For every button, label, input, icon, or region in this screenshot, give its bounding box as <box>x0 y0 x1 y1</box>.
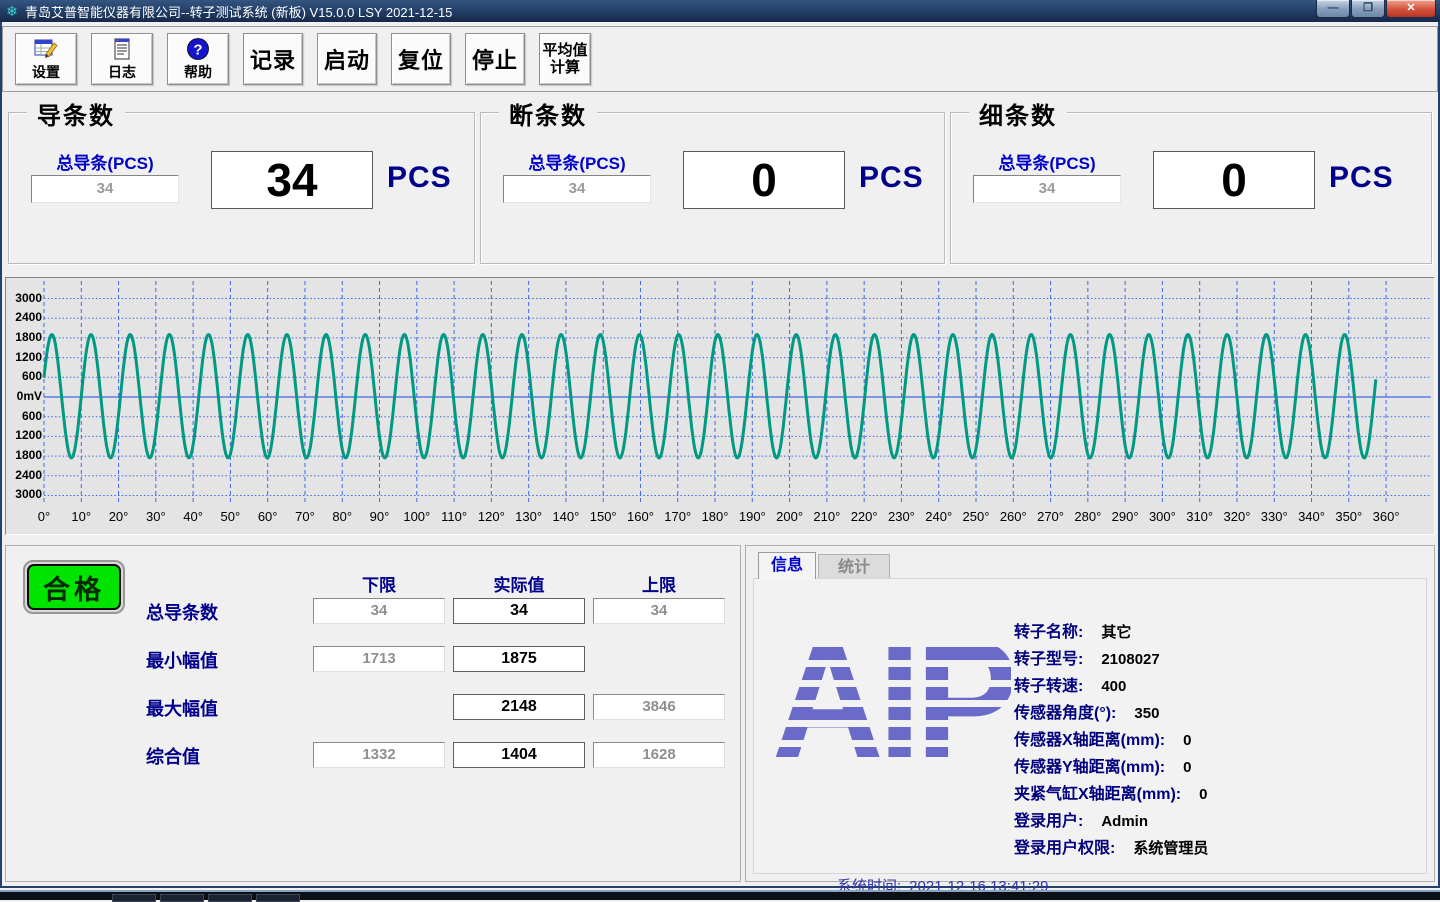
y-tick-label: 1200 <box>8 350 42 364</box>
stop-button[interactable]: 停止 <box>465 33 525 85</box>
settings-button-label: 设置 <box>32 62 60 82</box>
maximize-button[interactable]: ❐ <box>1351 0 1385 18</box>
total-bars-actual: 34 <box>453 598 585 624</box>
row-label-composite-value: 综合值 <box>146 743 306 769</box>
bar-count-unit: PCS <box>387 161 452 195</box>
record-button[interactable]: 记录 <box>243 33 303 85</box>
bar-count-display: 34 <box>211 151 373 209</box>
tab-statistics[interactable]: 统计 <box>818 554 890 579</box>
y-tick-label: 3000 <box>8 291 42 305</box>
column-header-actual: 实际值 <box>453 571 585 596</box>
info-user-role: 登录用户权限:系统管理员 <box>1014 835 1424 862</box>
app-snowflake-icon: ❄ <box>4 3 20 19</box>
max-amplitude-actual: 2148 <box>453 694 585 720</box>
row-label-max-amplitude: 最大幅值 <box>146 695 306 721</box>
help-button[interactable]: ? 帮助 <box>167 33 229 85</box>
groupbox-thin-bars: 细条数 总导条(PCS) 34 0 PCS <box>950 112 1432 264</box>
info-rotor-speed: 转子转速:400 <box>1014 673 1424 700</box>
row-label-total-bars: 总导条数 <box>146 599 306 625</box>
thin-bars-display: 0 <box>1153 151 1315 209</box>
start-button[interactable]: 启动 <box>317 33 377 85</box>
log-icon <box>110 37 134 61</box>
groupbox-bar-count-title: 导条数 <box>27 96 125 131</box>
broken-total-bars-label: 总导条(PCS) <box>503 149 651 174</box>
groupbox-broken-bars-title: 断条数 <box>499 96 597 131</box>
taskbar-window-button[interactable] <box>208 894 252 902</box>
min-amplitude-actual: 1875 <box>453 646 585 672</box>
log-button[interactable]: 日志 <box>91 33 153 85</box>
groupbox-thin-bars-title: 细条数 <box>969 96 1067 131</box>
log-button-label: 日志 <box>108 62 136 82</box>
total-bars-input: 34 <box>31 175 179 203</box>
y-tick-label: 1200 <box>8 428 42 442</box>
column-header-upper: 上限 <box>593 571 725 596</box>
y-tick-label: 1800 <box>8 448 42 462</box>
close-button[interactable]: ✕ <box>1386 0 1436 18</box>
tab-info[interactable]: 信息 <box>758 552 816 579</box>
broken-bars-unit: PCS <box>859 161 924 195</box>
row-label-min-amplitude: 最小幅值 <box>146 647 306 673</box>
thin-total-bars-input: 34 <box>973 175 1121 203</box>
info-rotor-model: 转子型号:2108027 <box>1014 646 1424 673</box>
settings-button[interactable]: 设置 <box>15 33 77 85</box>
info-rotor-name: 转子名称:其它 <box>1014 619 1424 646</box>
toolbar: 设置 日志 ? 帮助 记录 启动 复位 停止 平均值 计算 <box>2 26 1438 92</box>
info-login-user: 登录用户:Admin <box>1014 808 1424 835</box>
info-sensor-angle: 传感器角度(°):350 <box>1014 700 1424 727</box>
min-amplitude-lower: 1713 <box>313 646 445 672</box>
y-tick-label: 600 <box>8 369 42 383</box>
max-amplitude-upper: 3846 <box>593 694 725 720</box>
column-header-lower: 下限 <box>313 571 445 596</box>
waveform-chart-panel: 3000 2400 1800 1200 600 0mV 600 1200 1800 2400 300… <box>5 277 1435 535</box>
composite-actual: 1404 <box>453 742 585 768</box>
groupbox-broken-bars: 断条数 总导条(PCS) 34 0 PCS <box>480 112 945 264</box>
broken-total-bars-input: 34 <box>503 175 651 203</box>
settings-icon <box>34 37 58 61</box>
window-title: 青岛艾普智能仪器有限公司--转子测试系统 (新板) V15.0.0 LSY 20… <box>25 2 452 21</box>
average-calc-button[interactable]: 平均值 计算 <box>539 33 591 85</box>
x-tick-label: 360° <box>1364 509 1408 524</box>
waveform-svg <box>7 279 1434 512</box>
info-sensor-y-distance: 传感器Y轴距离(mm):0 <box>1014 754 1424 781</box>
thin-bars-unit: PCS <box>1329 161 1394 195</box>
broken-bars-display: 0 <box>683 151 845 209</box>
info-panel: 信息 统计 AIP 转子名称:其它 转子型号:2108027 转子转速:400 … <box>745 545 1435 882</box>
total-bars-lower: 34 <box>313 598 445 624</box>
pass-status-text: 合格 <box>27 564 121 610</box>
y-tick-label: 3000 <box>8 487 42 501</box>
minimize-button[interactable]: — <box>1316 0 1350 18</box>
thin-total-bars-label: 总导条(PCS) <box>973 149 1121 174</box>
y-tick-label: 0mV <box>8 389 42 403</box>
taskbar-window-button[interactable] <box>112 894 156 902</box>
total-bars-upper: 34 <box>593 598 725 624</box>
composite-upper: 1628 <box>593 742 725 768</box>
total-bars-label: 总导条(PCS) <box>31 149 179 174</box>
info-tab-content: AIP 转子名称:其它 转子型号:2108027 转子转速:400 传感器角度(… <box>753 578 1427 874</box>
taskbar[interactable] <box>0 890 1440 900</box>
window-controls: — ❐ ✕ <box>1315 0 1436 18</box>
taskbar-window-button[interactable] <box>256 894 300 902</box>
svg-text:?: ? <box>193 41 202 58</box>
groupbox-bar-count: 导条数 总导条(PCS) 34 34 PCS <box>8 112 475 264</box>
y-tick-label: 1800 <box>8 330 42 344</box>
y-tick-label: 2400 <box>8 468 42 482</box>
info-sensor-x-distance: 传感器X轴距离(mm):0 <box>1014 727 1424 754</box>
results-panel: 合格 下限 实际值 上限 总导条数 34 34 34 最小幅值 1713 187… <box>5 545 741 882</box>
aip-logo: AIP <box>772 607 1011 807</box>
titlebar: ❄ 青岛艾普智能仪器有限公司--转子测试系统 (新板) V15.0.0 LSY … <box>0 0 1440 22</box>
waveform-line <box>44 335 1376 459</box>
info-clamp-cylinder-x: 夹紧气缸X轴距离(mm):0 <box>1014 781 1424 808</box>
y-tick-label: 600 <box>8 409 42 423</box>
help-button-label: 帮助 <box>184 62 212 82</box>
composite-lower: 1332 <box>313 742 445 768</box>
y-tick-label: 2400 <box>8 310 42 324</box>
pass-status-badge: 合格 <box>23 560 125 614</box>
taskbar-window-button[interactable] <box>160 894 204 902</box>
rotor-info-list: 转子名称:其它 转子型号:2108027 转子转速:400 传感器角度(°):3… <box>1014 619 1424 862</box>
help-icon: ? <box>186 37 210 61</box>
reset-button[interactable]: 复位 <box>391 33 451 85</box>
